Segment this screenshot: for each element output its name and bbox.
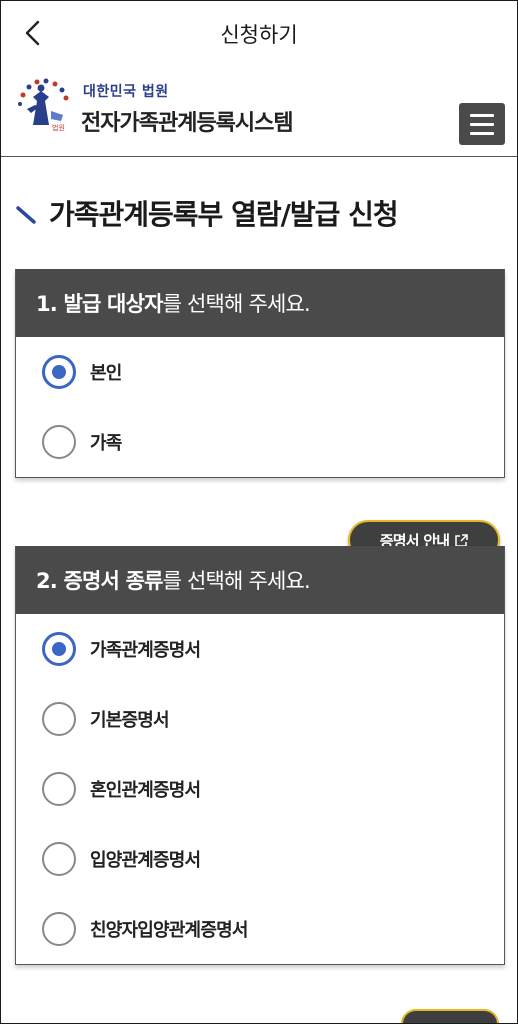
hamburger-icon-bar (470, 131, 494, 135)
app-frame: 신청하기 법원 대한민국 법원 전자가족관계등록시스템 가족관계등록부 열람/발… (0, 0, 518, 1024)
certificate-type-card: 2. 증명서 종류 를 선택해 주세요. 가족관계증명서 기본증명서 혼인관계증… (15, 546, 505, 965)
radio-button[interactable] (42, 702, 76, 736)
section-2-heading-bold: 2. 증명서 종류 (36, 569, 163, 593)
radio-option-family[interactable]: 가족 (16, 407, 504, 477)
svg-text:법원: 법원 (52, 123, 65, 132)
radio-button[interactable] (42, 772, 76, 806)
radio-option-adoption[interactable]: 입양관계증명서 (16, 824, 504, 894)
radio-button[interactable] (42, 425, 76, 459)
radio-button[interactable] (42, 842, 76, 876)
page-title: 가족관계등록부 열람/발급 신청 (15, 193, 399, 233)
radio-option-label: 가족관계증명서 (90, 640, 201, 661)
radio-option-self[interactable]: 본인 (16, 337, 504, 407)
section-2-heading: 2. 증명서 종류 를 선택해 주세요. (16, 546, 504, 614)
radio-option-label: 기본증명서 (90, 710, 170, 731)
section-2-heading-rest: 를 선택해 주세요. (162, 569, 311, 593)
radio-option-family-relation[interactable]: 가족관계증명서 (16, 614, 504, 684)
radio-option-basic[interactable]: 기본증명서 (16, 684, 504, 754)
radio-option-label: 가족 (90, 433, 122, 454)
radio-option-full-adoption[interactable]: 친양자입양관계증명서 (16, 894, 504, 964)
hamburger-icon-bar (470, 122, 494, 126)
radio-option-label: 입양관계증명서 (90, 850, 201, 871)
target-selection-card: 1. 발급 대상자 를 선택해 주세요. 본인 가족 (15, 269, 505, 478)
radio-button[interactable] (42, 912, 76, 946)
radio-option-label: 본인 (90, 363, 122, 384)
system-name: 전자가족관계등록시스템 (81, 111, 294, 136)
menu-button[interactable] (459, 103, 505, 145)
court-emblem-logo: 법원 (18, 78, 69, 132)
site-header: 법원 대한민국 법원 전자가족관계등록시스템 (1, 65, 517, 157)
section-1-heading-rest: 를 선택해 주세요. (162, 292, 311, 316)
radio-option-marriage[interactable]: 혼인관계증명서 (16, 754, 504, 824)
screen-title: 신청하기 (220, 23, 298, 47)
section-1-heading-bold: 1. 발급 대상자 (36, 292, 163, 316)
external-link-icon (455, 533, 468, 547)
title-slash-icon (16, 206, 36, 224)
next-section-button-partial[interactable] (401, 1009, 499, 1023)
radio-button-checked[interactable] (42, 355, 76, 389)
court-name: 대한민국 법원 (83, 84, 169, 100)
radio-option-label: 친양자입양관계증명서 (90, 920, 248, 941)
radio-option-label: 혼인관계증명서 (90, 780, 201, 801)
top-bar: 신청하기 (1, 1, 517, 65)
page-title-text: 가족관계등록부 열람/발급 신청 (49, 198, 399, 231)
hamburger-icon (470, 113, 494, 117)
radio-button-checked[interactable] (42, 632, 76, 666)
section-1-heading: 1. 발급 대상자 를 선택해 주세요. (16, 269, 504, 337)
